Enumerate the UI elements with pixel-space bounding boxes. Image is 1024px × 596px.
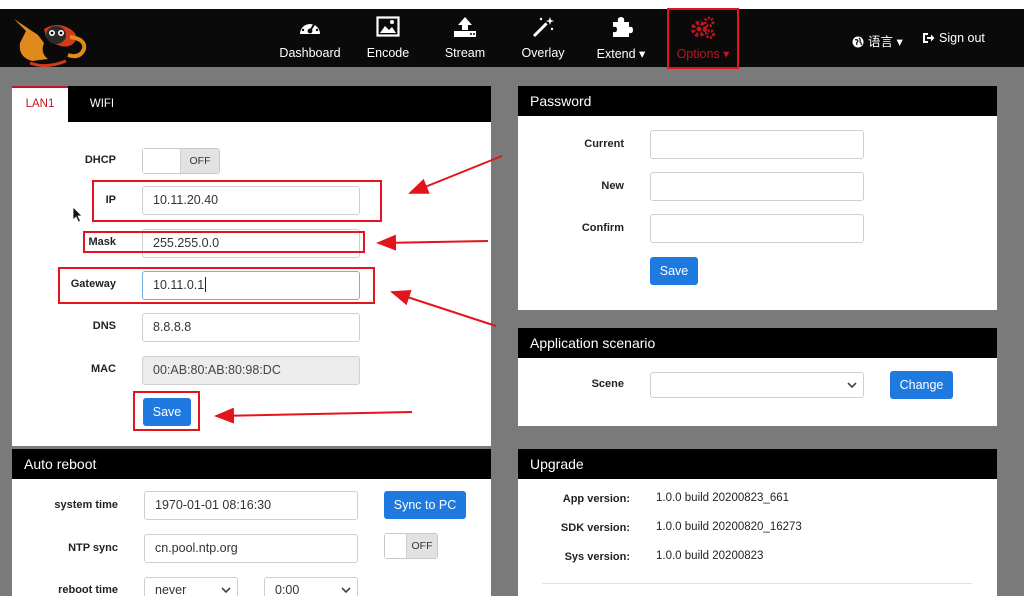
sign-out-icon [923, 33, 935, 43]
ntp-server-field[interactable]: cn.pool.ntp.org [144, 534, 358, 563]
magic-wand-icon [516, 16, 570, 40]
sys-version-label: Sys version: [564, 551, 630, 563]
chevron-down-icon [847, 382, 857, 389]
network-panel: LAN1 WIFI DHCP OFF IP 10.11.20.40 Mask 2… [12, 86, 491, 446]
tab-wifi[interactable]: WIFI [82, 86, 122, 122]
nav-stream-label: Stream [444, 46, 486, 60]
nav-extend-label: Extend ▾ [596, 47, 646, 61]
top-navbar: Dashboard Encode Stream Overlay Extend ▾… [0, 9, 1024, 69]
auto-reboot-panel: Auto reboot system time 1970-01-01 08:16… [12, 449, 491, 596]
sdk-version-value: 1.0.0 build 20200820_16273 [656, 521, 802, 533]
globe-icon [852, 36, 864, 48]
upgrade-panel-title: Upgrade [518, 449, 997, 479]
scene-change-button[interactable]: Change [890, 371, 953, 399]
nav-overlay[interactable]: Overlay [516, 9, 570, 67]
window-top-strip [0, 0, 1024, 9]
password-panel: Password Current New Confirm Save [518, 86, 997, 310]
system-time-label: system time [54, 499, 118, 511]
current-password-field[interactable] [650, 130, 864, 159]
nav-stream[interactable]: Stream [440, 9, 490, 67]
sign-out-label: Sign out [939, 31, 985, 45]
scenario-panel: Application scenario Scene Change [518, 328, 997, 426]
scenario-panel-title: Application scenario [518, 328, 997, 358]
mac-field: 00:AB:80:AB:80:98:DC [142, 356, 360, 385]
network-tabs: LAN1 WIFI [12, 86, 491, 122]
brand-logo [10, 13, 90, 69]
reboot-clock-select[interactable]: 0:00 [264, 577, 358, 596]
current-password-label: Current [584, 138, 624, 150]
sys-version-value: 1.0.0 build 20200823 [656, 550, 764, 562]
puzzle-icon [594, 16, 648, 40]
dns-field[interactable]: 8.8.8.8 [142, 313, 360, 342]
confirm-password-label: Confirm [581, 222, 624, 234]
dhcp-toggle[interactable]: OFF [142, 148, 220, 174]
dhcp-toggle-state: OFF [181, 149, 219, 173]
reboot-time-label: reboot time [58, 584, 118, 596]
nav-dashboard-label: Dashboard [279, 46, 341, 60]
ntp-toggle-state: OFF [407, 534, 437, 558]
system-time-field[interactable]: 1970-01-01 08:16:30 [144, 491, 358, 520]
reboot-clock-value: 0:00 [275, 583, 300, 596]
chevron-down-icon [221, 587, 231, 594]
scene-label: Scene [591, 378, 624, 390]
gateway-annotation-box [58, 267, 375, 304]
ntp-toggle-knob [385, 534, 407, 558]
dhcp-toggle-knob [143, 149, 181, 173]
new-password-field[interactable] [650, 172, 864, 201]
language-menu[interactable]: 语言 ▾ [852, 31, 903, 50]
sync-to-pc-button[interactable]: Sync to PC [384, 491, 466, 519]
nav-dashboard[interactable]: Dashboard [278, 9, 342, 67]
password-panel-title: Password [518, 86, 997, 116]
dhcp-label: DHCP [84, 154, 116, 166]
reboot-frequency-select[interactable]: never [144, 577, 238, 596]
nav-extend[interactable]: Extend ▾ [594, 9, 648, 67]
tab-lan1[interactable]: LAN1 [12, 86, 68, 122]
app-version-value: 1.0.0 build 20200823_661 [656, 492, 790, 504]
ntp-sync-label: NTP sync [68, 542, 118, 554]
dns-label: DNS [92, 320, 116, 332]
password-save-button[interactable]: Save [650, 257, 698, 285]
nav-overlay-label: Overlay [521, 46, 565, 60]
chevron-down-icon [341, 587, 351, 594]
image-icon [360, 16, 416, 40]
reboot-frequency-value: never [155, 583, 187, 596]
auto-reboot-panel-title: Auto reboot [12, 449, 491, 479]
nav-encode[interactable]: Encode [360, 9, 416, 67]
mask-annotation-box [83, 231, 365, 253]
ip-annotation-box [92, 180, 382, 222]
scene-select[interactable] [650, 372, 864, 398]
sign-out-link[interactable]: Sign out [922, 31, 985, 45]
options-annotation-box [667, 8, 739, 69]
new-password-label: New [601, 180, 624, 192]
mac-label: MAC [90, 363, 116, 375]
save-annotation-box [133, 391, 200, 431]
language-label: 语言 ▾ [868, 35, 903, 49]
confirm-password-field[interactable] [650, 214, 864, 243]
sdk-version-label: SDK version: [560, 522, 630, 534]
upload-icon [440, 16, 490, 40]
upgrade-divider [542, 583, 972, 584]
ntp-sync-toggle[interactable]: OFF [384, 533, 438, 559]
upgrade-panel: Upgrade App version: 1.0.0 build 2020082… [518, 449, 997, 596]
nav-encode-label: Encode [366, 46, 410, 60]
app-version-label: App version: [562, 493, 630, 505]
dashboard-icon [278, 16, 342, 40]
